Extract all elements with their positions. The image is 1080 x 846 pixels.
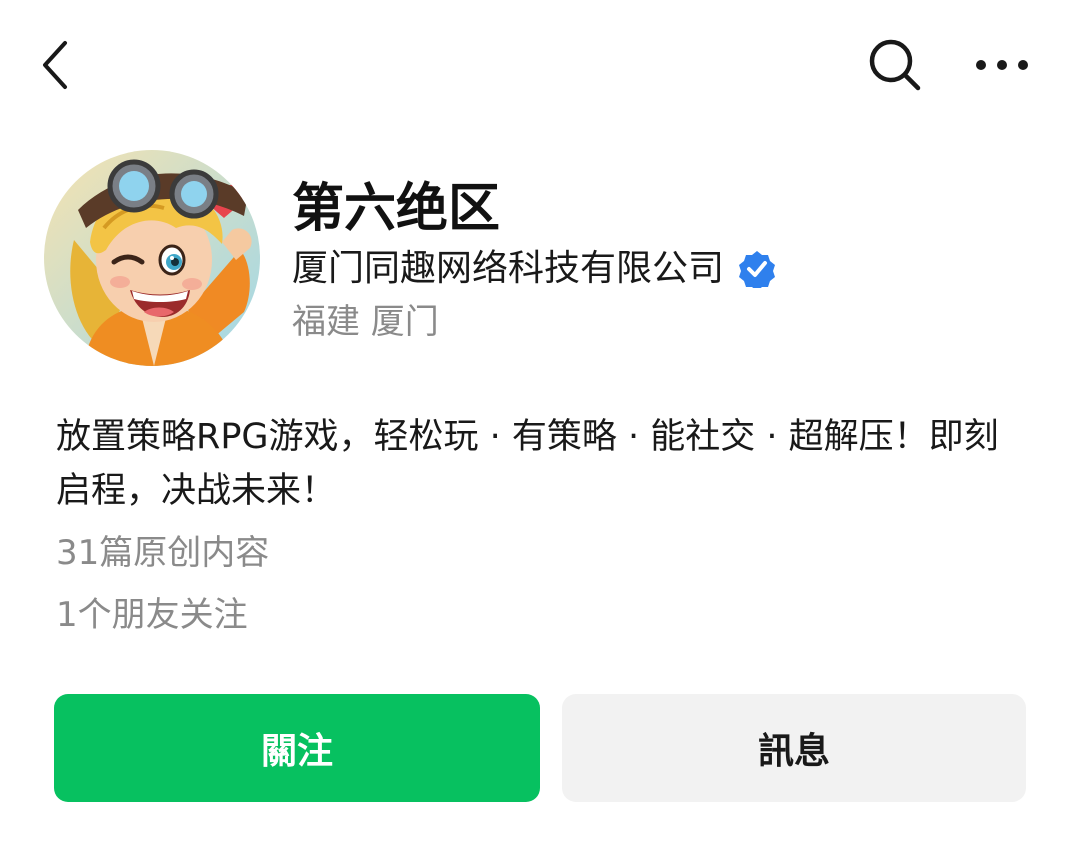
account-description: 放置策略RPG游戏，轻松玩 · 有策略 · 能社交 · 超解压！即刻启程，决战未… <box>56 417 999 511</box>
verified-check-icon <box>738 250 776 288</box>
search-icon <box>869 39 921 91</box>
more-options-button[interactable] <box>966 40 1038 90</box>
account-avatar[interactable] <box>44 150 260 366</box>
chevron-left-icon <box>43 41 67 89</box>
company-name: 厦门同趣网络科技有限公司 <box>292 248 725 289</box>
follow-button[interactable]: 關注 <box>54 694 540 802</box>
message-button[interactable]: 訊息 <box>562 694 1026 802</box>
search-button[interactable] <box>862 32 928 98</box>
back-button[interactable] <box>30 34 80 96</box>
account-location: 福建 厦门 <box>292 302 439 342</box>
cartoon-pilot-girl-avatar <box>44 150 260 366</box>
company-row[interactable]: 厦门同趣网络科技有限公司 <box>292 244 776 294</box>
official-account-profile-page: 第六绝区 厦门同趣网络科技有限公司 福建 厦门 放置策略RPG游戏，轻松玩 · … <box>0 0 1080 846</box>
friends-following-count[interactable]: 1个朋友关注 <box>56 590 248 640</box>
account-name: 第六绝区 <box>292 179 501 239</box>
more-horizontal-icon <box>976 60 1028 70</box>
original-content-count[interactable]: 31篇原创内容 <box>56 528 269 578</box>
